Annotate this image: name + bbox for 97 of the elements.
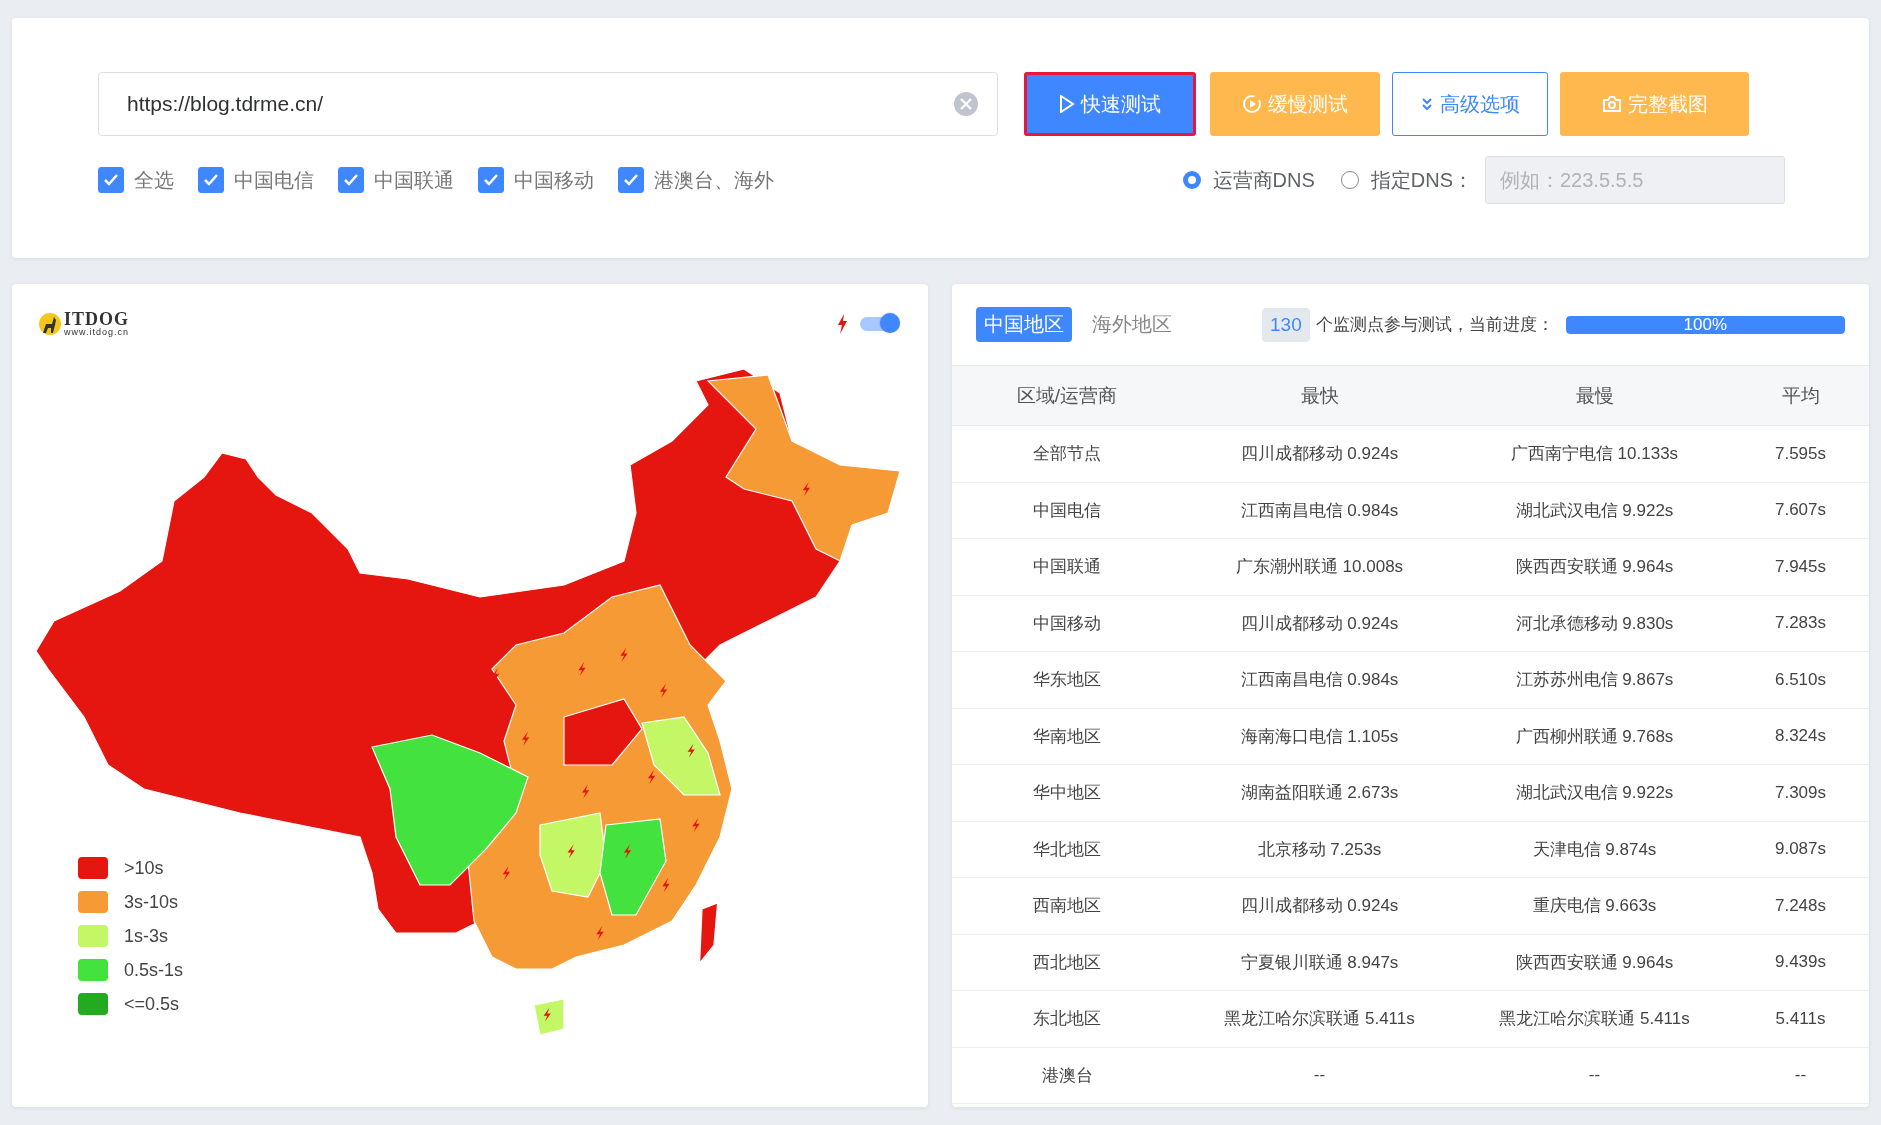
table-cell: 5.411s <box>1732 991 1869 1048</box>
toggle-switch[interactable] <box>860 316 898 331</box>
table-cell: 北京移动 7.253s <box>1182 821 1457 878</box>
table-cell: 宁夏银川联通 8.947s <box>1182 934 1457 991</box>
table-cell: 陕西西安联通 9.964s <box>1457 934 1732 991</box>
table-cell: 广东潮州联通 10.008s <box>1182 539 1457 596</box>
table-cell: 9.439s <box>1732 934 1869 991</box>
checkbox[interactable] <box>618 167 644 193</box>
table-cell: 华北地区 <box>952 821 1182 878</box>
table-cell: 9.087s <box>1732 821 1869 878</box>
table-cell: 江西南昌电信 0.984s <box>1182 482 1457 539</box>
check-icon <box>483 173 499 187</box>
checkbox[interactable] <box>98 167 124 193</box>
fast-button[interactable]: 快速测试 <box>1024 72 1196 136</box>
table-cell: 7.607s <box>1732 482 1869 539</box>
table-cell: 海南海口电信 1.105s <box>1182 708 1457 765</box>
table-cell: -- <box>1457 1047 1732 1104</box>
region-tab[interactable]: 海外地区 <box>1084 307 1180 342</box>
radio-label: 运营商DNS <box>1212 167 1315 193</box>
radio-button[interactable] <box>1340 171 1359 189</box>
table-cell: 湖北武汉电信 9.922s <box>1457 482 1732 539</box>
table-cell: 6.510s <box>1732 652 1869 709</box>
table-cell: 湖北武汉电信 9.922s <box>1457 765 1732 822</box>
lightning-icon <box>836 313 848 334</box>
progress-reading: 100% <box>1682 315 1729 334</box>
table-cell: 重庆电信 9.663s <box>1457 878 1732 935</box>
region-tab[interactable]: 中国地区 <box>976 307 1072 342</box>
camera-icon <box>1601 95 1622 113</box>
table-cell: 湖南益阳联通 2.673s <box>1182 765 1457 822</box>
table-cell: 西北地区 <box>952 934 1182 991</box>
column-header: 区域/运营商 <box>952 366 1182 426</box>
table-cell: 7.309s <box>1732 765 1869 822</box>
check-icon <box>343 173 359 187</box>
table-cell: 全部节点 <box>952 426 1182 483</box>
check-icon <box>203 173 219 187</box>
play-circle-icon <box>1242 94 1262 114</box>
table-cell: 华南地区 <box>952 708 1182 765</box>
column-header: 最慢 <box>1457 366 1732 426</box>
checkbox-label: 中国移动 <box>514 167 594 193</box>
checkbox[interactable] <box>478 167 504 193</box>
table-cell: 中国电信 <box>952 482 1182 539</box>
play-icon <box>1059 95 1075 113</box>
table-cell: 华东地区 <box>952 652 1182 709</box>
table-cell: 四川成都移动 0.924s <box>1182 595 1457 652</box>
table-cell: 7.595s <box>1732 426 1869 483</box>
table-cell: 中国移动 <box>952 595 1182 652</box>
checkbox-label: 全选 <box>134 167 174 193</box>
double-chevron-icon <box>1420 96 1434 112</box>
table-cell: -- <box>1182 1047 1457 1104</box>
checkbox-label: 中国联通 <box>374 167 454 193</box>
dns-input-field[interactable]: 例如：223.5.5.5 <box>1485 156 1785 204</box>
table-cell: 黑龙江哈尔滨联通 5.411s <box>1457 991 1732 1048</box>
legend-label: 3s-10s <box>124 891 179 913</box>
node-count: 130 <box>1262 307 1310 342</box>
table-cell: 东北地区 <box>952 991 1182 1048</box>
table-cell: 8.324s <box>1732 708 1869 765</box>
table-cell: 华中地区 <box>952 765 1182 822</box>
table-cell: -- <box>1732 1047 1869 1104</box>
checkbox[interactable] <box>198 167 224 193</box>
table-cell: 西南地区 <box>952 878 1182 935</box>
table-cell: 7.945s <box>1732 539 1869 596</box>
legend-label: >10s <box>124 857 164 879</box>
table-cell: 天津电信 9.874s <box>1457 821 1732 878</box>
dog-logo-icon <box>38 311 62 336</box>
table-cell: 黑龙江哈尔滨联通 5.411s <box>1182 991 1457 1048</box>
legend-label: <=0.5s <box>124 993 180 1015</box>
checkbox-label: 港澳台、海外 <box>654 167 774 193</box>
screenshot-button[interactable]: 完整截图 <box>1560 72 1749 136</box>
url-input-field[interactable]: https://blog.tdrme.cn/ <box>98 72 998 136</box>
advanced-button[interactable]: 高级选项 <box>1392 72 1548 136</box>
check-icon <box>623 173 639 187</box>
table-cell: 7.248s <box>1732 878 1869 935</box>
check-icon <box>103 173 119 187</box>
radio-button[interactable] <box>1182 171 1201 189</box>
logo-url: www.itdog.cn <box>64 328 130 337</box>
table-cell: 港澳台 <box>952 1047 1182 1104</box>
table-cell: 河北承德移动 9.830s <box>1457 595 1732 652</box>
checkbox-label: 中国电信 <box>234 167 314 193</box>
table-cell: 江苏苏州电信 9.867s <box>1457 652 1732 709</box>
table-cell: 陕西西安联通 9.964s <box>1457 539 1732 596</box>
table-cell: 四川成都移动 0.924s <box>1182 426 1457 483</box>
table-cell: 中国联通 <box>952 539 1182 596</box>
legend-label: 0.5s-1s <box>124 959 184 981</box>
table-cell: 四川成都移动 0.924s <box>1182 878 1457 935</box>
progress-text: 个监测点参与测试，当前进度： <box>1315 314 1554 336</box>
radio-label: 指定DNS： <box>1370 167 1473 193</box>
slow-button[interactable]: 缓慢测试 <box>1210 72 1380 136</box>
table-cell: 广西南宁电信 10.133s <box>1457 426 1732 483</box>
column-header: 平均 <box>1732 366 1869 426</box>
column-header: 最快 <box>1182 366 1457 426</box>
clear-icon[interactable] <box>952 90 980 118</box>
legend-label: 1s-3s <box>124 925 168 947</box>
logo-title: ITDOG <box>64 310 130 328</box>
table-cell: 广西柳州联通 9.768s <box>1457 708 1732 765</box>
table-cell: 江西南昌电信 0.984s <box>1182 652 1457 709</box>
checkbox[interactable] <box>338 167 364 193</box>
table-cell: 7.283s <box>1732 595 1869 652</box>
